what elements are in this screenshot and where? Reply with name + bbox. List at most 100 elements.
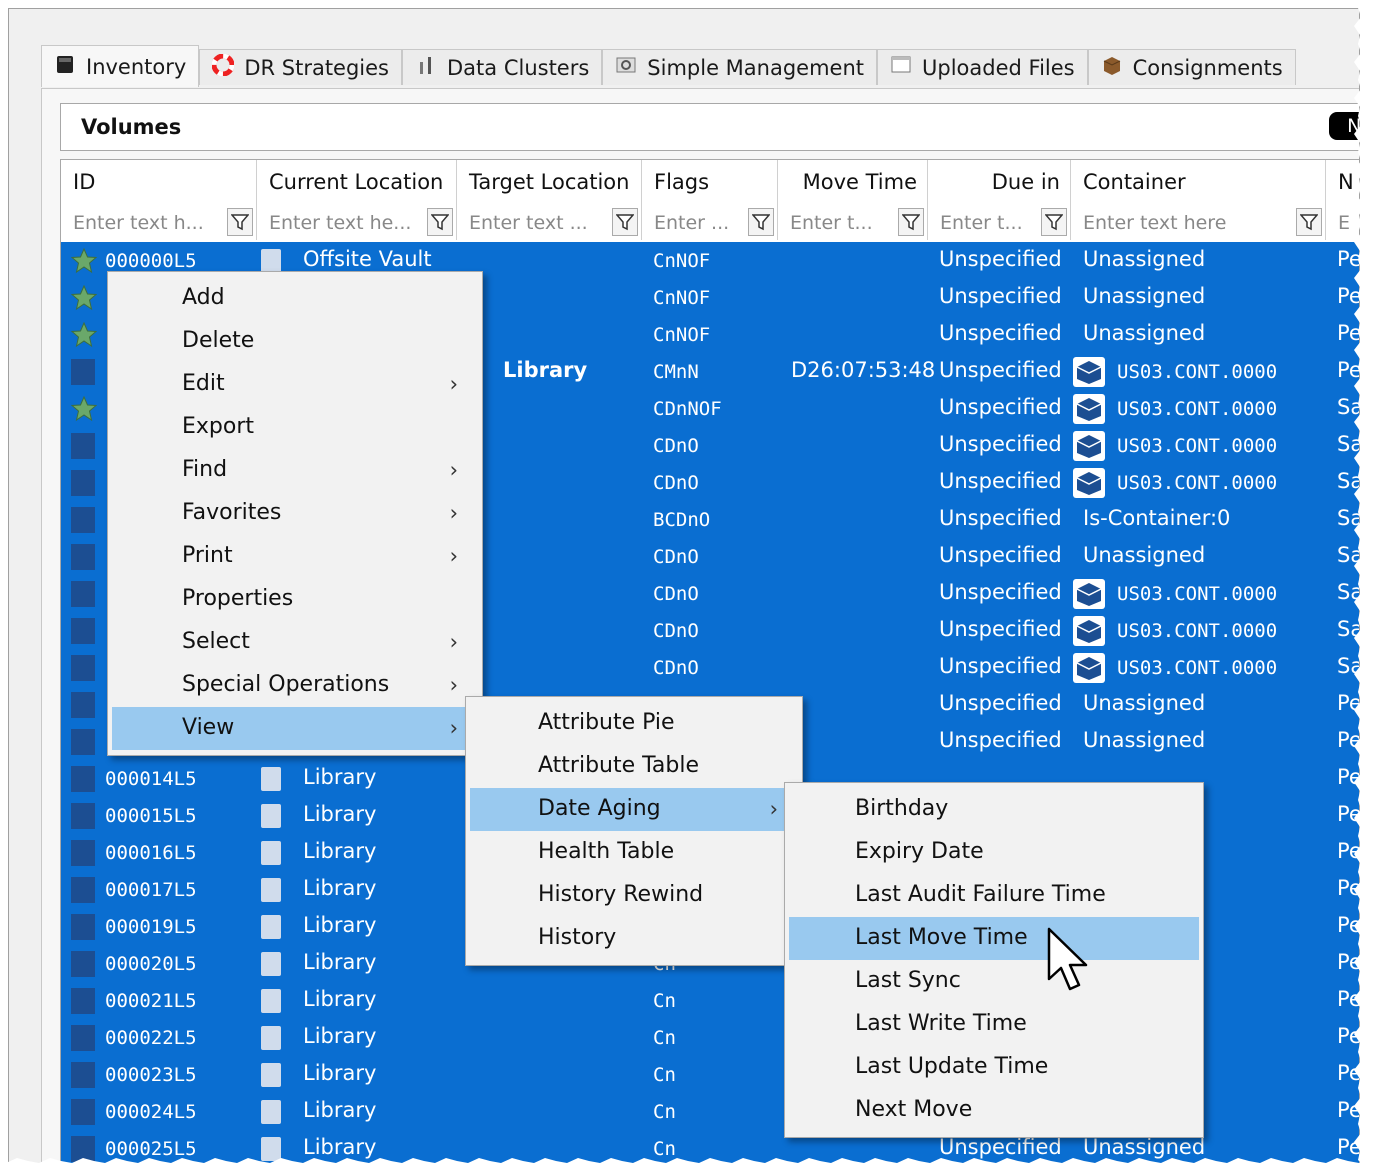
filter-funnel-icon[interactable]	[748, 208, 774, 236]
flags-cell: Cn	[653, 990, 676, 1012]
menu-item-print[interactable]: Print ›	[112, 535, 478, 578]
column-filter-input[interactable]: Enter text here	[1083, 212, 1226, 234]
column-header-move-time[interactable]: Move Time Enter t...	[778, 160, 928, 240]
column-filter-input[interactable]: Enter t...	[940, 212, 1023, 234]
flags-cell: Cn	[653, 1027, 676, 1049]
flags-cell: CMnN	[653, 361, 699, 383]
current-location-cell: Library	[303, 876, 377, 900]
torn-edge-right	[1354, 0, 1381, 1169]
menu-item-last-move-time[interactable]: Last Move Time	[789, 917, 1199, 960]
chevron-right-icon: ›	[449, 630, 458, 654]
flags-cell: CDnNOF	[653, 398, 722, 420]
flags-cell: CDnO	[653, 620, 699, 642]
column-header-label: Move Time	[802, 170, 917, 194]
column-filter-input[interactable]: Enter text he...	[269, 212, 411, 234]
menu-item-attribute-pie[interactable]: Attribute Pie	[470, 702, 798, 745]
menu-item-history-rewind[interactable]: History Rewind	[470, 874, 798, 917]
menu-item-select[interactable]: Select ›	[112, 621, 478, 664]
menu-item-label: Attribute Pie	[538, 710, 675, 735]
menu-item-expiry-date[interactable]: Expiry Date	[789, 831, 1199, 874]
tab-label: DR Strategies	[244, 55, 389, 80]
menu-item-special-operations[interactable]: Special Operations ›	[112, 664, 478, 707]
filter-funnel-icon[interactable]	[427, 208, 453, 236]
tab-consignments[interactable]: Consignments	[1087, 49, 1296, 85]
id-cell: 000022L5	[105, 1027, 197, 1049]
tape-volume-icon	[71, 359, 95, 385]
menu-item-last-audit-failure-time[interactable]: Last Audit Failure Time	[789, 874, 1199, 917]
tab-inventory[interactable]: Inventory	[41, 45, 200, 87]
menu-item-favorites[interactable]: Favorites ›	[112, 492, 478, 535]
container-icon	[1073, 653, 1105, 683]
chevron-right-icon: ›	[449, 544, 458, 568]
current-location-cell: Library	[303, 802, 377, 826]
menu-item-add[interactable]: Add	[112, 277, 478, 320]
due-in-cell: Unspecified	[939, 284, 1062, 308]
menu-item-properties[interactable]: Properties	[112, 578, 478, 621]
menu-item-edit[interactable]: Edit ›	[112, 363, 478, 406]
view-submenu: Attribute Pie Attribute Table Date Aging › H…	[465, 696, 803, 966]
column-header-due-in[interactable]: Due in Enter t...	[928, 160, 1071, 240]
column-header-flags[interactable]: Flags Enter ...	[642, 160, 778, 240]
filter-funnel-icon[interactable]	[1296, 208, 1322, 236]
chevron-right-icon: ›	[449, 501, 458, 525]
tab-data-clusters[interactable]: Data Clusters	[402, 49, 603, 85]
column-filter-input[interactable]: Enter text ...	[469, 212, 588, 234]
flags-cell: Cn	[653, 1064, 676, 1086]
column-filter-input[interactable]: Enter t...	[790, 212, 873, 234]
menu-item-find[interactable]: Find ›	[112, 449, 478, 492]
menu-item-health-table[interactable]: Health Table	[470, 831, 798, 874]
menu-item-label: Print	[182, 543, 233, 568]
container-cell: US03.CONT.0000	[1117, 583, 1278, 605]
tab-label: Simple Management	[647, 55, 865, 80]
tab-dr-strategies[interactable]: DR Strategies	[199, 49, 402, 85]
column-filter-input[interactable]: Enter text h...	[73, 212, 204, 234]
chevron-right-icon: ›	[449, 372, 458, 396]
container-cell: Unassigned	[1083, 284, 1206, 308]
column-header-id[interactable]: ID Enter text h...	[61, 160, 257, 240]
filter-funnel-icon[interactable]	[227, 208, 253, 236]
tape-volume-icon	[71, 803, 95, 829]
container-cell: US03.CONT.0000	[1117, 657, 1278, 679]
current-location-cell: Library	[303, 950, 377, 974]
menu-item-label: Special Operations	[182, 672, 390, 697]
star-icon	[70, 247, 98, 274]
menu-item-export[interactable]: Export	[112, 406, 478, 449]
library-icon	[261, 1100, 281, 1124]
menu-item-last-sync[interactable]: Last Sync	[789, 960, 1199, 1003]
menu-item-label: Last Audit Failure Time	[855, 882, 1106, 907]
menu-item-delete[interactable]: Delete	[112, 320, 478, 363]
menu-item-label: Select	[182, 629, 250, 654]
tape-volume-icon	[71, 433, 95, 459]
menu-item-next-move[interactable]: Next Move	[789, 1089, 1199, 1132]
menu-item-last-write-time[interactable]: Last Write Time	[789, 1003, 1199, 1046]
column-header-label: Target Location	[469, 170, 630, 194]
star-icon	[70, 321, 98, 348]
menu-item-view[interactable]: View ›	[112, 707, 478, 750]
filter-funnel-icon[interactable]	[612, 208, 638, 236]
container-cell: Unassigned	[1083, 691, 1206, 715]
column-header-target-location[interactable]: Target Location Enter text ...	[457, 160, 642, 240]
menu-item-birthday[interactable]: Birthday	[789, 788, 1199, 831]
menu-item-history[interactable]: History	[470, 917, 798, 960]
tab-simple-management[interactable]: Simple Management	[602, 49, 878, 85]
current-location-cell: Offsite Vault	[303, 247, 432, 271]
column-header-container[interactable]: Container Enter text here	[1071, 160, 1326, 240]
menu-item-attribute-table[interactable]: Attribute Table	[470, 745, 798, 788]
column-filter-input[interactable]: E	[1338, 212, 1350, 234]
context-menu: Add Delete Edit › Export Find › Favorites › Print…	[107, 271, 483, 756]
menu-item-date-aging[interactable]: Date Aging ›	[470, 788, 798, 831]
due-in-cell: Unspecified	[939, 358, 1062, 382]
filter-funnel-icon[interactable]	[898, 208, 924, 236]
tape-volume-icon	[71, 1099, 95, 1125]
id-cell: 000000L5	[105, 250, 197, 272]
column-header-current-location[interactable]: Current Location Enter text he...	[257, 160, 457, 240]
menu-item-last-update-time[interactable]: Last Update Time	[789, 1046, 1199, 1089]
tape-volume-icon	[71, 1062, 95, 1088]
current-location-cell: Library	[303, 1061, 377, 1085]
id-cell: 000014L5	[105, 768, 197, 790]
tab-uploaded-files[interactable]: Uploaded Files	[877, 49, 1088, 85]
container-icon	[1073, 616, 1105, 646]
filter-funnel-icon[interactable]	[1041, 208, 1067, 236]
id-cell: 000017L5	[105, 879, 197, 901]
column-filter-input[interactable]: Enter ...	[654, 212, 729, 234]
